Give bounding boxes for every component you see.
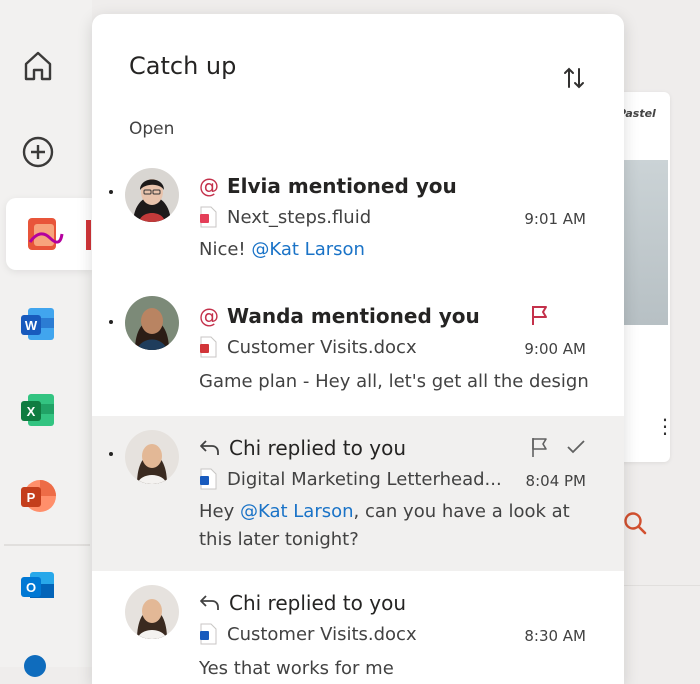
create-app-icon[interactable] [6,198,92,270]
svg-text:O: O [26,580,36,595]
panel-title: Catch up [129,52,237,80]
avatar [125,585,179,639]
flag-outline-icon[interactable] [530,436,550,462]
word-file-icon [199,336,217,358]
fluid-file-icon [199,206,217,228]
list-item[interactable]: Chi replied to you Customer Visits.docx … [92,571,624,684]
avatar [125,296,179,350]
file-name[interactable]: Next_steps.fluid [227,207,371,228]
onedrive-icon[interactable] [24,655,46,677]
section-label: Open [129,119,175,139]
app-rail: W X P O [0,0,92,677]
preview-text: Hey @Kat Larson, can you have a look at … [199,501,570,550]
file-name[interactable]: Customer Visits.docx [227,337,417,358]
timestamp: 9:00 AM [524,340,586,358]
avatar [125,430,179,484]
list-item[interactable]: @ Elvia mentioned you Next_steps.fluid 9… [92,156,624,296]
at-mention-icon: @ [199,174,219,198]
word-file-icon [199,623,217,645]
list-item-selected[interactable]: Chi replied to you Digital Marketing Let… [92,416,624,571]
item-heading: Chi replied to you [229,591,406,615]
svg-text:X: X [27,404,36,419]
rail-divider [4,544,90,546]
unread-dot [109,452,113,456]
avatar [125,168,179,222]
outlook-icon[interactable]: O [14,562,62,610]
item-heading: Wanda mentioned you [227,304,480,328]
word-icon[interactable]: W [14,300,62,348]
file-name[interactable]: Digital Marketing Letterhead... [227,469,502,490]
timestamp: 8:04 PM [525,472,586,490]
create-icon[interactable] [14,128,62,176]
word-file-icon [199,468,217,490]
preview-text: Game plan - Hey all, let's get all the d… [199,371,589,392]
catch-up-panel: Catch up Open @ Elvia mentioned you Next… [92,14,624,684]
home-icon[interactable] [14,42,62,90]
mention-link[interactable]: @Kat Larson [251,239,365,260]
unread-dot [109,320,113,324]
flag-icon[interactable] [530,304,550,330]
more-options-icon[interactable]: ⋮ [655,416,675,436]
at-mention-icon: @ [199,304,219,328]
svg-text:P: P [27,490,36,505]
list-item[interactable]: @ Wanda mentioned you Customer Visits.do… [92,286,624,426]
preview-text: Nice! @Kat Larson [199,239,365,260]
svg-text:W: W [25,318,38,333]
powerpoint-icon[interactable]: P [14,472,62,520]
reply-icon [199,438,221,458]
timestamp: 8:30 AM [524,627,586,645]
item-heading: Elvia mentioned you [227,174,457,198]
reply-icon [199,593,221,613]
excel-icon[interactable]: X [14,386,62,434]
checkmark-icon[interactable] [566,438,586,460]
search-icon[interactable] [622,510,648,540]
timestamp: 9:01 AM [524,210,586,228]
file-name[interactable]: Customer Visits.docx [227,624,417,645]
item-heading: Chi replied to you [229,436,406,460]
sort-button[interactable] [558,62,590,94]
preview-text: Yes that works for me [199,658,394,679]
sort-icon [564,67,584,89]
unread-dot [109,190,113,194]
mention-link[interactable]: @Kat Larson [240,501,354,522]
